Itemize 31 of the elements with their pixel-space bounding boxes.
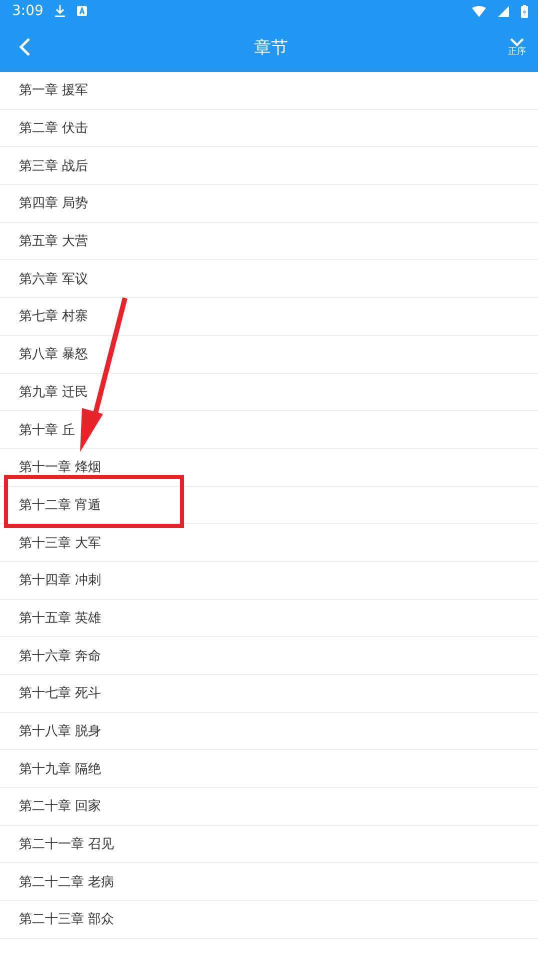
signal-icon bbox=[498, 6, 509, 16]
chapter-item[interactable]: 第十三章 大军 bbox=[0, 524, 538, 562]
chapter-item[interactable]: 第十七章 死斗 bbox=[0, 675, 538, 713]
chapter-item[interactable]: 第五章 大营 bbox=[0, 222, 538, 260]
download-icon bbox=[55, 5, 66, 17]
wifi-icon bbox=[472, 6, 486, 16]
chapter-item[interactable]: 第十一章 烽烟 bbox=[0, 448, 538, 487]
chapter-item[interactable]: 第十四章 冲刺 bbox=[0, 562, 538, 600]
chapter-item[interactable]: 第二十一章 召见 bbox=[0, 826, 538, 864]
chapter-item[interactable]: 第二十三章 部众 bbox=[0, 901, 538, 939]
chapter-item[interactable]: 第六章 军议 bbox=[0, 260, 538, 298]
chapter-item[interactable]: 第一章 援军 bbox=[0, 72, 538, 110]
chapter-item[interactable]: 第九章 迁民 bbox=[0, 374, 538, 412]
chapter-item[interactable]: 第二十章 回家 bbox=[0, 788, 538, 826]
battery-icon bbox=[521, 4, 528, 18]
page-title: 章节 bbox=[253, 36, 289, 58]
chapter-item[interactable]: 第二十二章 老病 bbox=[0, 863, 538, 902]
chapter-item[interactable]: 第三章 战后 bbox=[0, 147, 538, 186]
chapter-item[interactable]: 第四章 局势 bbox=[0, 185, 538, 223]
chapter-item[interactable]: 第十八章 脱身 bbox=[0, 712, 538, 750]
chevron-down-icon bbox=[510, 38, 524, 46]
chapter-item[interactable]: 第十六章 奔命 bbox=[0, 637, 538, 675]
chapter-item[interactable]: 第十九章 隔绝 bbox=[0, 750, 538, 788]
back-chevron-icon bbox=[19, 37, 31, 57]
chapter-item[interactable]: 第二章 伏击 bbox=[0, 110, 538, 148]
chapter-item[interactable]: 第七章 村寨 bbox=[0, 298, 538, 336]
chapter-item[interactable]: 第十五章 英雄 bbox=[0, 600, 538, 638]
chapter-item[interactable]: 第八章 暴怒 bbox=[0, 336, 538, 374]
chapter-item[interactable]: 第十二章 宵遁 bbox=[0, 486, 538, 524]
keyboard-icon bbox=[77, 6, 88, 16]
status-time: 3:09 bbox=[12, 3, 44, 19]
